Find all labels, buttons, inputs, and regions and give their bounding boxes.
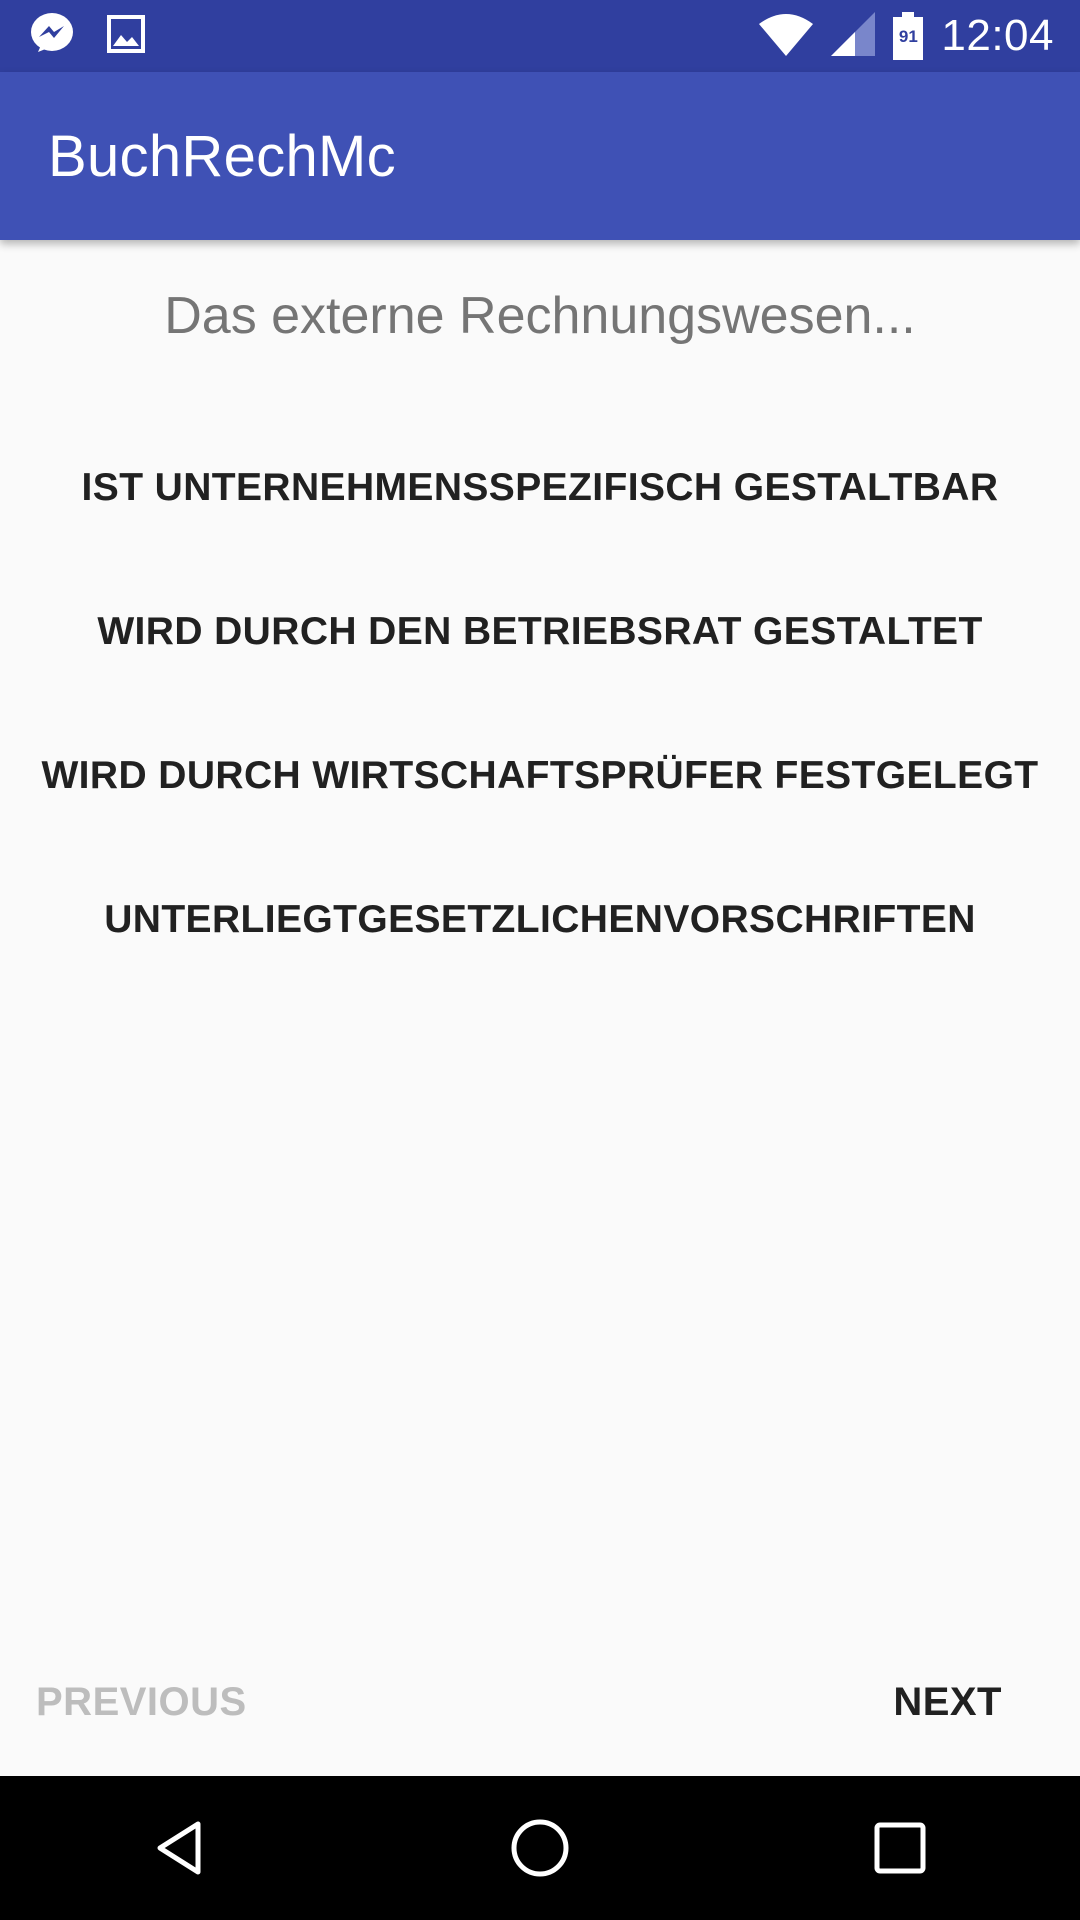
home-icon	[511, 1819, 569, 1877]
answer-button-1[interactable]: IST UNTERNEHMENSSPEZIFISCH GESTALTBAR	[0, 416, 1080, 560]
system-nav-bar	[0, 1776, 1080, 1920]
question-text: Das externe Rechnungswesen...	[164, 287, 916, 345]
previous-button[interactable]: PREVIOUS	[36, 1680, 247, 1725]
screen: 91 12:04 BuchRechMc Das externe Rechnung…	[0, 0, 1080, 1920]
quiz-content: Das externe Rechnungswesen... IST UNTERN…	[0, 240, 1080, 1690]
messenger-icon	[28, 10, 76, 63]
app-title: BuchRechMc	[48, 123, 396, 189]
recents-icon	[874, 1822, 926, 1874]
status-system: 91 12:04	[741, 11, 1054, 61]
wifi-icon	[759, 12, 814, 61]
status-bar: 91 12:04	[0, 0, 1080, 72]
cell-signal-icon	[831, 11, 876, 61]
status-notifications	[28, 10, 176, 63]
battery-icon: 91	[893, 12, 924, 60]
back-icon	[157, 1821, 201, 1875]
battery-level: 91	[898, 27, 918, 46]
answer-button-4[interactable]: UNTERLIEGTGESETZLICHENVORSCHRIFTEN	[0, 848, 1080, 992]
app-bar: BuchRechMc	[0, 72, 1080, 240]
recents-button[interactable]	[840, 1788, 960, 1908]
clock: 12:04	[941, 11, 1054, 60]
back-button[interactable]	[120, 1788, 240, 1908]
image-icon	[106, 14, 146, 59]
home-button[interactable]	[480, 1788, 600, 1908]
answer-button-3[interactable]: WIRD DURCH WIRTSCHAFTSPRÜFER FESTGELEGT	[0, 704, 1080, 848]
answer-button-2[interactable]: WIRD DURCH DEN BETRIEBSRAT GESTALTET	[0, 560, 1080, 704]
next-button[interactable]: NEXT	[893, 1680, 1002, 1725]
answer-list: IST UNTERNEHMENSSPEZIFISCH GESTALTBAR WI…	[0, 416, 1080, 992]
quiz-navigation: PREVIOUS NEXT	[0, 1640, 1080, 1770]
